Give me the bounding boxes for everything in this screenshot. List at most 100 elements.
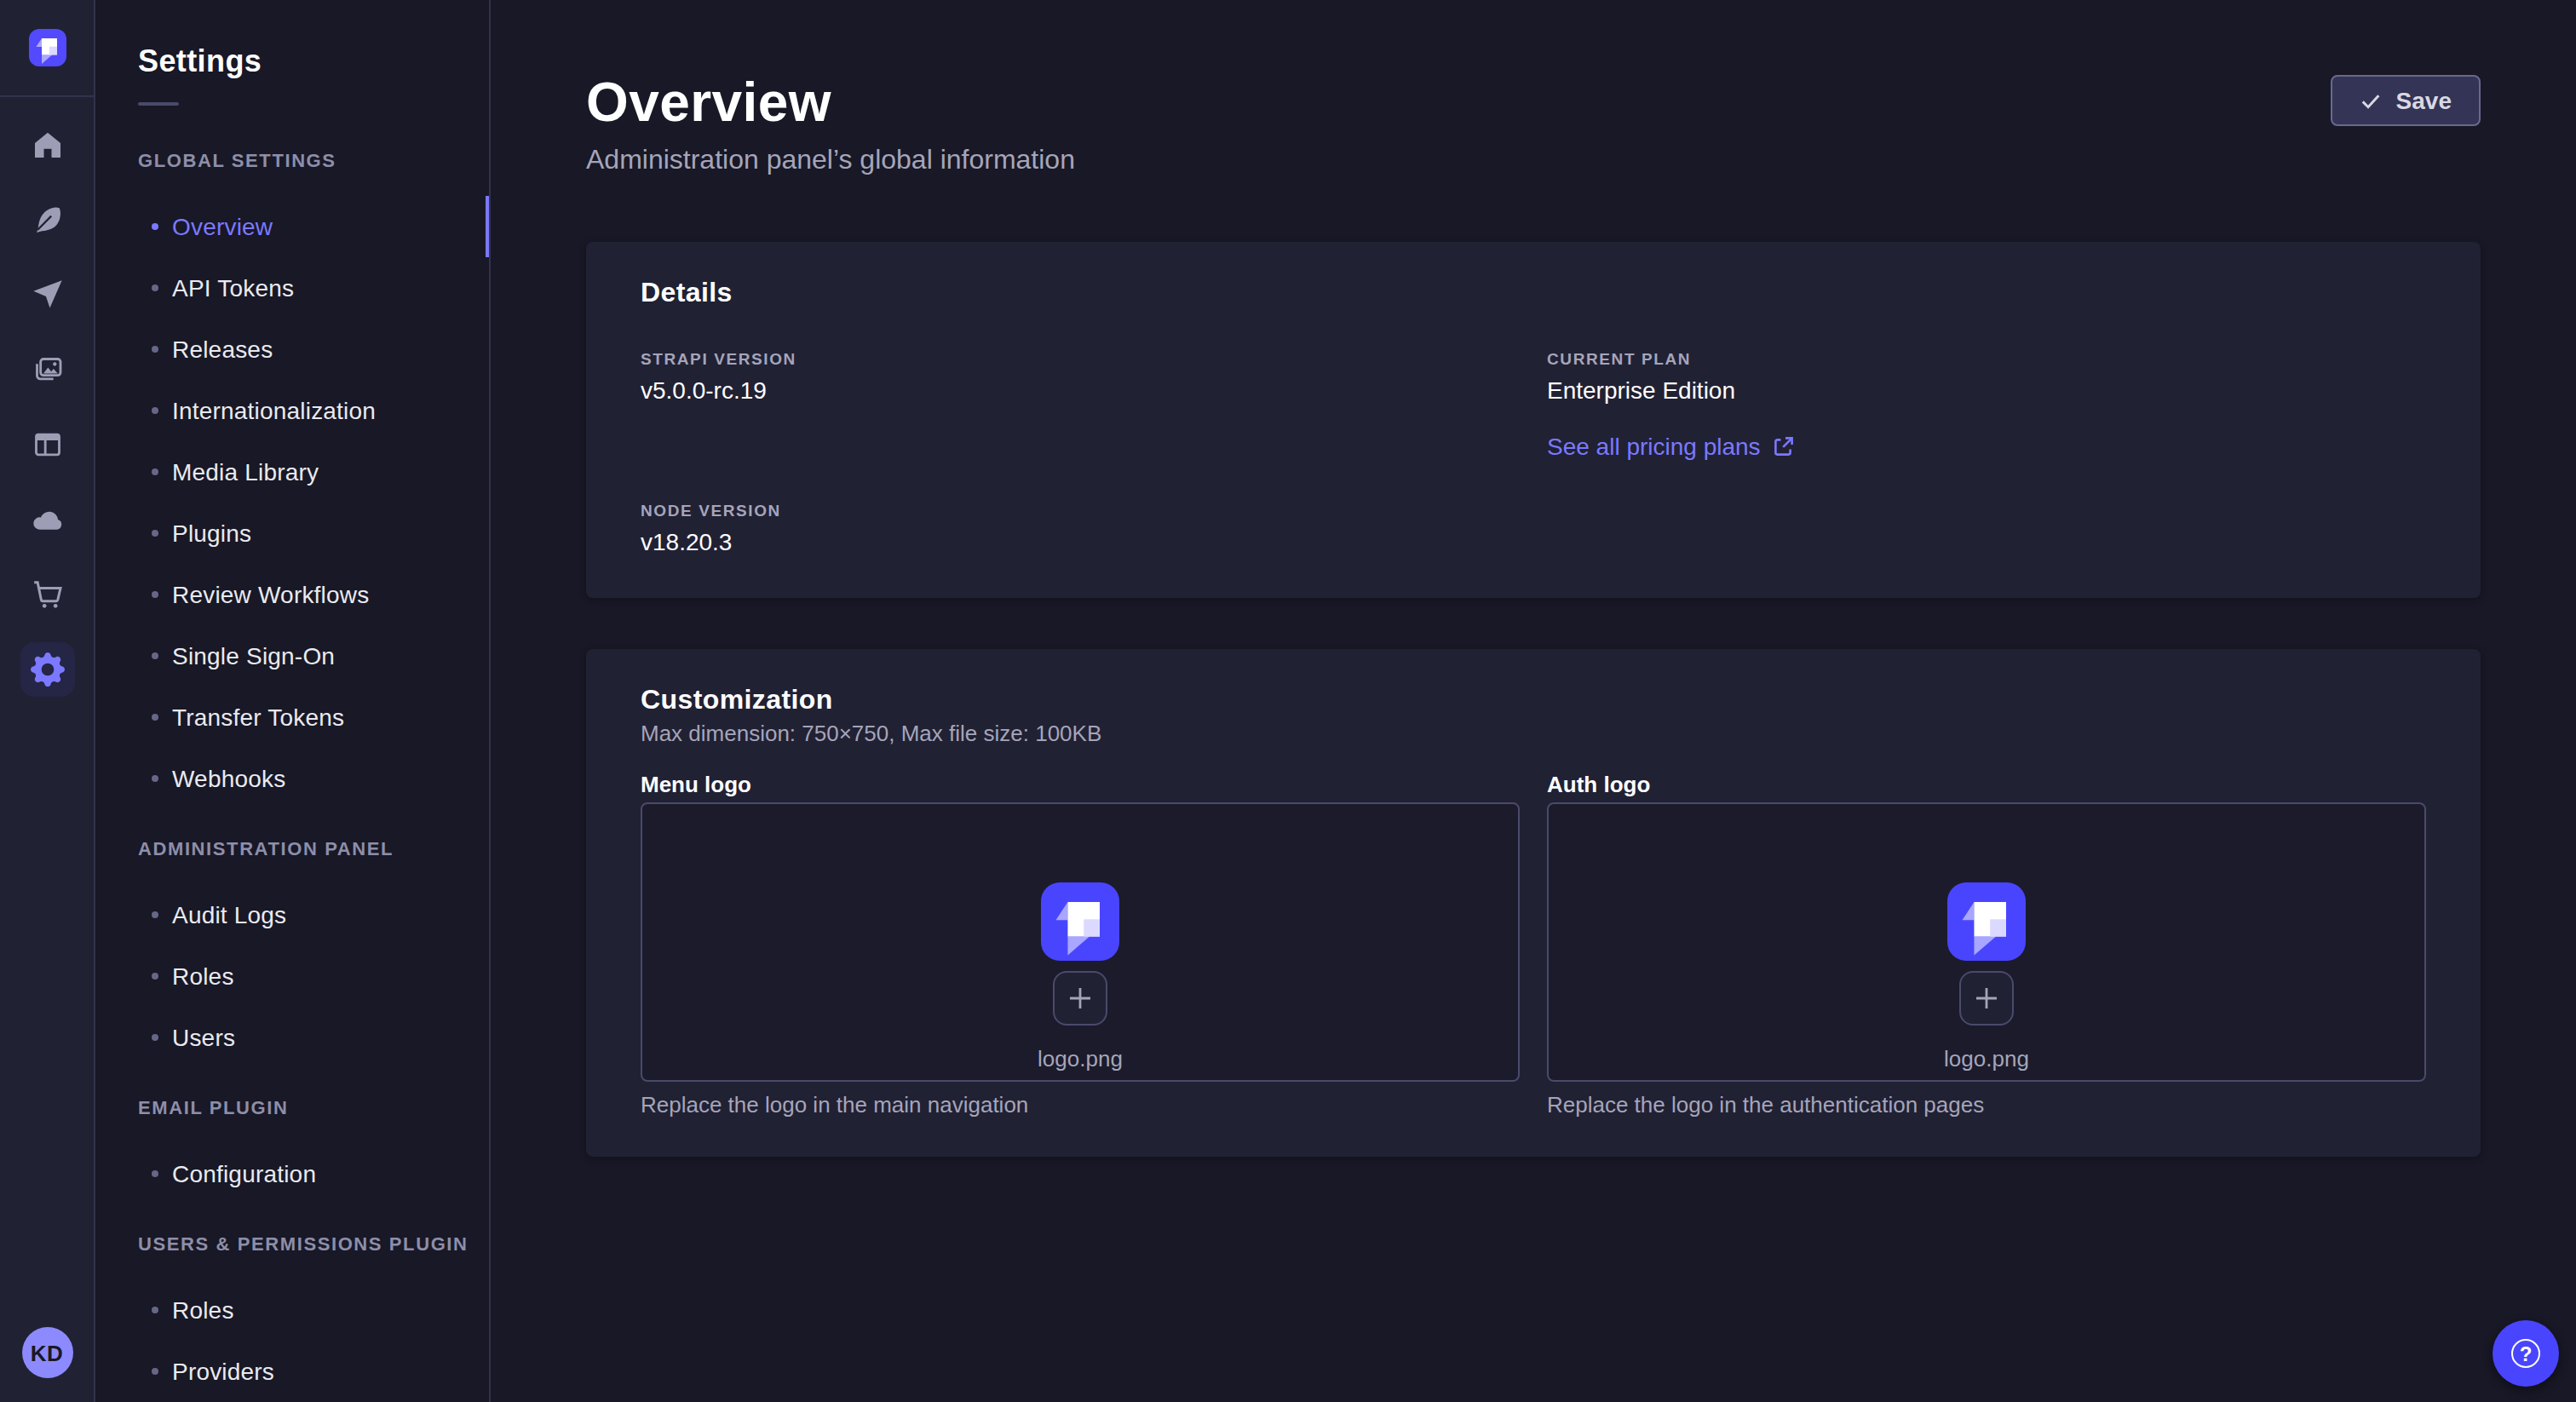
paper-plane-icon (30, 278, 64, 312)
add-logo-button[interactable] (1959, 971, 2014, 1026)
sidebar-item-overview[interactable]: Overview (95, 196, 489, 257)
sidebar-title: Settings (95, 41, 489, 82)
pricing-plans-link[interactable]: See all pricing plans (1547, 429, 1795, 463)
home-icon (30, 128, 64, 162)
bullet (152, 973, 158, 980)
customization-card: Customization Max dimension: 750×750, Ma… (586, 649, 2481, 1157)
bullet (152, 407, 158, 414)
section-label: ADMINISTRATION PANEL (95, 838, 489, 859)
bullet (152, 911, 158, 918)
sidebar-item-providers[interactable]: Providers (95, 1341, 489, 1402)
details-card: Details STRAPI VERSION v5.0.0-rc.19 NODE… (586, 242, 2481, 598)
sidebar-item-releases[interactable]: Releases (95, 319, 489, 380)
main-content: Overview Administration panel’s global i… (491, 0, 2576, 1402)
sidebar-item-users[interactable]: Users (95, 1007, 489, 1068)
details-title: Details (641, 273, 2426, 313)
main-nav-rail: KD (0, 0, 95, 1402)
auth-logo-caption: Replace the logo in the authentication p… (1547, 1089, 2426, 1123)
nav-send[interactable] (9, 257, 84, 332)
settings-active-background (20, 642, 74, 697)
shopping-cart-icon (30, 577, 64, 612)
page-title: Overview (586, 68, 2481, 136)
sidebar-item-roles[interactable]: Roles (95, 945, 489, 1007)
bullet (152, 591, 158, 598)
settings-sidebar: Settings GLOBAL SETTINGS Overview API To… (95, 0, 491, 1402)
bullet (152, 1170, 158, 1177)
bullet (152, 223, 158, 230)
sidebar-item-internationalization[interactable]: Internationalization (95, 380, 489, 441)
bullet (152, 346, 158, 353)
bullet (152, 714, 158, 721)
sidebar-item-up-roles[interactable]: Roles (95, 1279, 489, 1341)
sidebar-item-api-tokens[interactable]: API Tokens (95, 257, 489, 319)
menu-logo-upload: Menu logo logo.png Replace the logo in t… (641, 772, 1520, 1123)
bullet (152, 284, 158, 291)
current-plan-field: CURRENT PLAN Enterprise Edition (1547, 346, 2426, 407)
layout-icon (30, 428, 64, 462)
nav-content-type-builder[interactable] (9, 407, 84, 482)
feather-icon (30, 203, 64, 237)
external-link-icon (1774, 436, 1795, 457)
section-administration-panel: ADMINISTRATION PANEL Audit Logs Roles Us… (95, 838, 489, 1068)
logo-filename: logo.png (1038, 1046, 1123, 1073)
nav-deploy[interactable] (9, 482, 84, 557)
strapi-logo-icon (1041, 882, 1119, 961)
bullet (152, 1034, 158, 1041)
sidebar-item-webhooks[interactable]: Webhooks (95, 748, 489, 809)
cloud-icon (30, 503, 64, 537)
plus-icon (1068, 986, 1092, 1010)
section-users-permissions-plugin: USERS & PERMISSIONS PLUGIN Roles Provide… (95, 1233, 489, 1402)
strapi-logo-preview (1041, 882, 1119, 961)
check-icon (2360, 89, 2383, 112)
bullet (152, 530, 158, 537)
images-icon (30, 353, 64, 387)
bullet (152, 468, 158, 475)
nav-marketplace[interactable] (9, 557, 84, 632)
nav-home[interactable] (9, 107, 84, 182)
sidebar-item-review-workflows[interactable]: Review Workflows (95, 564, 489, 625)
rail-icons (9, 97, 84, 707)
auth-logo-upload: Auth logo logo.png Replace the logo in t… (1547, 772, 2426, 1123)
nav-content[interactable] (9, 182, 84, 257)
section-label: USERS & PERMISSIONS PLUGIN (95, 1233, 489, 1254)
section-global-settings: GLOBAL SETTINGS Overview API Tokens Rele… (95, 150, 489, 809)
app: KD Settings GLOBAL SETTINGS Overview API… (0, 0, 2576, 1402)
section-email-plugin: EMAIL PLUGIN Configuration (95, 1097, 489, 1204)
add-logo-button[interactable] (1053, 971, 1107, 1026)
avatar[interactable]: KD (21, 1327, 72, 1378)
customization-title: Customization (641, 680, 2426, 721)
strapi-logo-icon (28, 29, 66, 66)
save-button[interactable]: Save (2332, 75, 2481, 126)
bullet (152, 652, 158, 659)
sidebar-item-plugins[interactable]: Plugins (95, 503, 489, 564)
auth-logo-dropzone[interactable]: logo.png (1547, 802, 2426, 1082)
section-label: GLOBAL SETTINGS (95, 150, 489, 170)
question-mark-icon: ? (2511, 1339, 2540, 1368)
sidebar-item-media-library[interactable]: Media Library (95, 441, 489, 503)
sidebar-item-single-sign-on[interactable]: Single Sign-On (95, 625, 489, 687)
plus-icon (1975, 986, 1998, 1010)
strapi-logo-preview (1947, 882, 2026, 961)
customization-subtitle: Max dimension: 750×750, Max file size: 1… (641, 721, 2426, 748)
strapi-logo[interactable] (28, 29, 66, 66)
sidebar-item-transfer-tokens[interactable]: Transfer Tokens (95, 687, 489, 748)
sidebar-item-audit-logs[interactable]: Audit Logs (95, 884, 489, 945)
section-label: EMAIL PLUGIN (95, 1097, 489, 1118)
logo-filename: logo.png (1944, 1046, 2029, 1073)
nav-media-library[interactable] (9, 332, 84, 407)
strapi-version-field: STRAPI VERSION v5.0.0-rc.19 (641, 346, 1520, 407)
nav-settings[interactable] (9, 632, 84, 707)
bullet (152, 775, 158, 782)
bullet (152, 1368, 158, 1375)
node-version-field: NODE VERSION v18.20.3 (641, 497, 1520, 559)
bullet (152, 1307, 158, 1313)
help-button[interactable]: ? (2493, 1320, 2559, 1387)
menu-logo-caption: Replace the logo in the main navigation (641, 1089, 1520, 1123)
divider (138, 102, 179, 106)
menu-logo-dropzone[interactable]: logo.png (641, 802, 1520, 1082)
gear-icon (30, 652, 64, 687)
sidebar-item-configuration[interactable]: Configuration (95, 1143, 489, 1204)
page-subtitle: Administration panel’s global informatio… (586, 143, 2481, 177)
rail-header (0, 0, 94, 97)
strapi-logo-icon (1947, 882, 2026, 961)
